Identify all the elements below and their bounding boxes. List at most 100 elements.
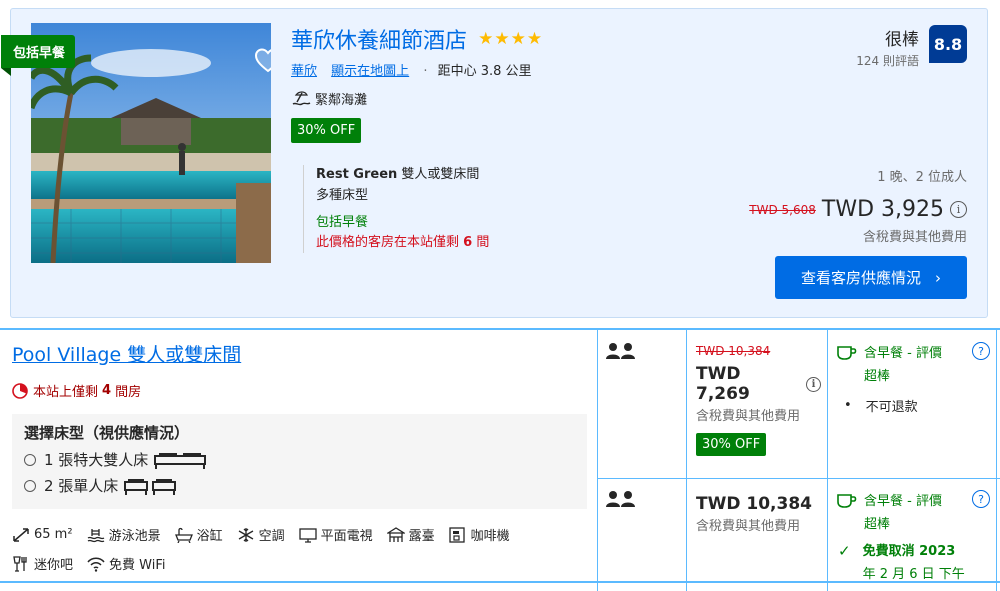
- meal-line: 超棒: [864, 517, 891, 532]
- radio-button[interactable]: [24, 454, 36, 466]
- price-info-icon[interactable]: i: [950, 201, 967, 218]
- current-price: TWD 3,925: [821, 197, 944, 222]
- tax-note: 含稅費與其他費用: [862, 230, 967, 245]
- guests-icon: [606, 342, 636, 364]
- tv-icon: [298, 527, 317, 543]
- facility-label: 游泳池景: [108, 529, 161, 544]
- checkmark-icon: ✓: [838, 542, 851, 560]
- offer-2-price-value: TWD 10,384: [696, 494, 812, 514]
- offer-1-original-price: TWD 10,384: [696, 344, 771, 358]
- double-bed-icon: [154, 453, 207, 469]
- price-info-icon[interactable]: i: [806, 376, 821, 392]
- coffee-cup-icon: [837, 494, 857, 508]
- offer-2-conditions: 含早餐 - 評價 超棒 ? ✓ 免費取消 2023 年 2 月 6 日 下午: [836, 490, 992, 586]
- offer-1-price: TWD 10,384 TWD 7,269 i 含稅費與其他費用 30% OFF: [696, 344, 821, 456]
- table-bottom-border: [0, 581, 1000, 583]
- facility-label: 咖啡機: [470, 529, 510, 544]
- scarcity-count: 6: [463, 235, 473, 250]
- facility-tv: 平面電視: [298, 525, 373, 544]
- hotel-name-link[interactable]: 華欣休養細節酒店: [291, 23, 467, 55]
- facility-label: 露臺: [408, 529, 435, 544]
- offer-2-policy-text: 免費取消 2023 年 2 月 6 日 下午: [863, 540, 965, 586]
- rooms-left-warning: 本站上僅剩 4 間房: [12, 381, 587, 400]
- beach-row: 緊鄰海灘: [291, 89, 711, 108]
- price-line: TWD 5,608 TWD 3,925 i: [749, 197, 967, 222]
- policy-line: 免費取消 2023: [863, 540, 965, 563]
- show-on-map-link[interactable]: 顯示在地圖上: [331, 64, 409, 79]
- review-score[interactable]: 很棒 124 則評語 8.8: [856, 25, 967, 69]
- bed-choice-title: 選擇床型（視供應情況）: [24, 424, 190, 442]
- room-size-icon: [13, 527, 29, 542]
- review-text: 很棒 124 則評語: [856, 25, 919, 69]
- room-name: Rest Green 雙人或雙床間: [316, 165, 583, 185]
- stay-details: 1 晚、2 位成人: [877, 170, 967, 185]
- single-beds-icon: [124, 479, 177, 495]
- room-name-rest: 雙人或雙床間: [401, 167, 480, 182]
- facility-terrace: 露臺: [386, 525, 435, 544]
- breakfast-included: 包括早餐: [316, 215, 369, 230]
- policy-line-1: 免費取消 2023: [862, 544, 956, 559]
- distance-text: 距中心 3.8 公里: [437, 64, 532, 79]
- room-name-bold: Rest Green: [316, 167, 398, 182]
- facility-label: 平面電視: [320, 529, 373, 544]
- bed-option-king[interactable]: 1 張特大雙人床: [24, 447, 575, 473]
- original-price: TWD 5,608: [749, 202, 816, 217]
- offer-1-meal: 含早餐 - 評價 超棒: [836, 342, 992, 388]
- facility-pool-view: 游泳池景: [87, 525, 161, 544]
- bed-option-label: 2 張單人床: [44, 477, 119, 495]
- scarcity-message: 此價格的客房在本站僅剩 6 間: [316, 233, 583, 253]
- beach-text: 緊鄰海灘: [315, 93, 368, 108]
- clock-alert-icon: [12, 382, 28, 399]
- facility-label: 免費 WiFi: [109, 558, 166, 573]
- radio-button[interactable]: [24, 480, 36, 492]
- offer-1-meal-text: 含早餐 - 評價 超棒: [864, 342, 942, 388]
- wifi-icon: [87, 557, 105, 572]
- room-name-link[interactable]: Pool Village 雙人或雙床間: [12, 340, 587, 367]
- bathtub-icon: [174, 527, 193, 543]
- snowflake-icon: [238, 527, 253, 542]
- see-availability-label: 查看客房供應情況: [800, 269, 921, 287]
- offer-1-tax-note: 含稅費與其他費用: [696, 409, 801, 424]
- beach-icon: [292, 90, 311, 105]
- offer-1-help-icon[interactable]: ?: [972, 342, 990, 360]
- offer-2-price: TWD 10,384 含稅費與其他費用: [696, 492, 821, 535]
- facility-label: 浴缸: [196, 529, 223, 544]
- scarcity-prefix: 此價格的客房在本站僅剩: [316, 235, 460, 250]
- breakfast-ribbon: 包括早餐: [1, 35, 76, 76]
- facility-label: 65 m²: [34, 527, 73, 542]
- price-area: 1 晚、2 位成人 TWD 5,608 TWD 3,925 i 含稅費與其他費用: [749, 166, 967, 245]
- rooms-left-count: 4: [102, 383, 112, 398]
- offer-2-tax-note: 含稅費與其他費用: [696, 519, 801, 534]
- city-link[interactable]: 華欣: [291, 64, 317, 79]
- room-type-cell: Pool Village 雙人或雙床間 本站上僅剩 4 間房 選擇床型（視供應情…: [12, 340, 587, 573]
- bed-option-twin[interactable]: 2 張單人床: [24, 473, 575, 499]
- bed-option-label: 1 張特大雙人床: [44, 451, 149, 469]
- location-row: 華欣 顯示在地圖上 · 距中心 3.8 公里: [291, 63, 711, 81]
- facility-minibar: 迷你吧: [12, 554, 73, 573]
- rooms-left-suffix: 間房: [115, 385, 142, 400]
- minibar-icon: [13, 555, 27, 572]
- score-badge: 8.8: [929, 25, 967, 63]
- recommended-room: Rest Green 雙人或雙床間 多種床型 包括早餐 此價格的客房在本站僅剩 …: [303, 165, 583, 253]
- facility-wifi: 免費 WiFi: [87, 554, 165, 573]
- favorite-heart-icon[interactable]: [253, 45, 271, 75]
- scarcity-suffix: 間: [476, 235, 490, 250]
- offer-2-meal-text: 含早餐 - 評價 超棒: [864, 490, 942, 536]
- discount-badge: 30% OFF: [291, 118, 362, 143]
- facility-aircon: 空調: [237, 525, 285, 544]
- offer-1-current-price: TWD 7,269 i: [696, 364, 821, 404]
- coffee-machine-icon: [448, 526, 465, 543]
- offer-2-help-icon[interactable]: ?: [972, 490, 990, 508]
- room-table: Pool Village 雙人或雙床間 本站上僅剩 4 間房 選擇床型（視供應情…: [0, 328, 1000, 591]
- facility-size: 65 m²: [12, 525, 73, 544]
- offer-1-conditions: 含早餐 - 評價 超棒 ? • 不可退款: [836, 342, 992, 415]
- offer-1-discount-badge: 30% OFF: [696, 433, 767, 456]
- meal-line: 超棒: [864, 369, 891, 384]
- see-availability-button[interactable]: 查看客房供應情況 ›: [775, 256, 967, 299]
- offer-2-current-price: TWD 10,384: [696, 494, 821, 514]
- rating-word: 很棒: [885, 30, 919, 50]
- pool-icon: [87, 528, 104, 542]
- facility-list: 65 m² 游泳池景 浴缸 空調 平面電視 露臺 咖啡機 迷你吧 免費 WiFi: [12, 525, 572, 573]
- offer-1-price-value: TWD 7,269: [696, 364, 750, 404]
- guests-icon: [606, 490, 636, 512]
